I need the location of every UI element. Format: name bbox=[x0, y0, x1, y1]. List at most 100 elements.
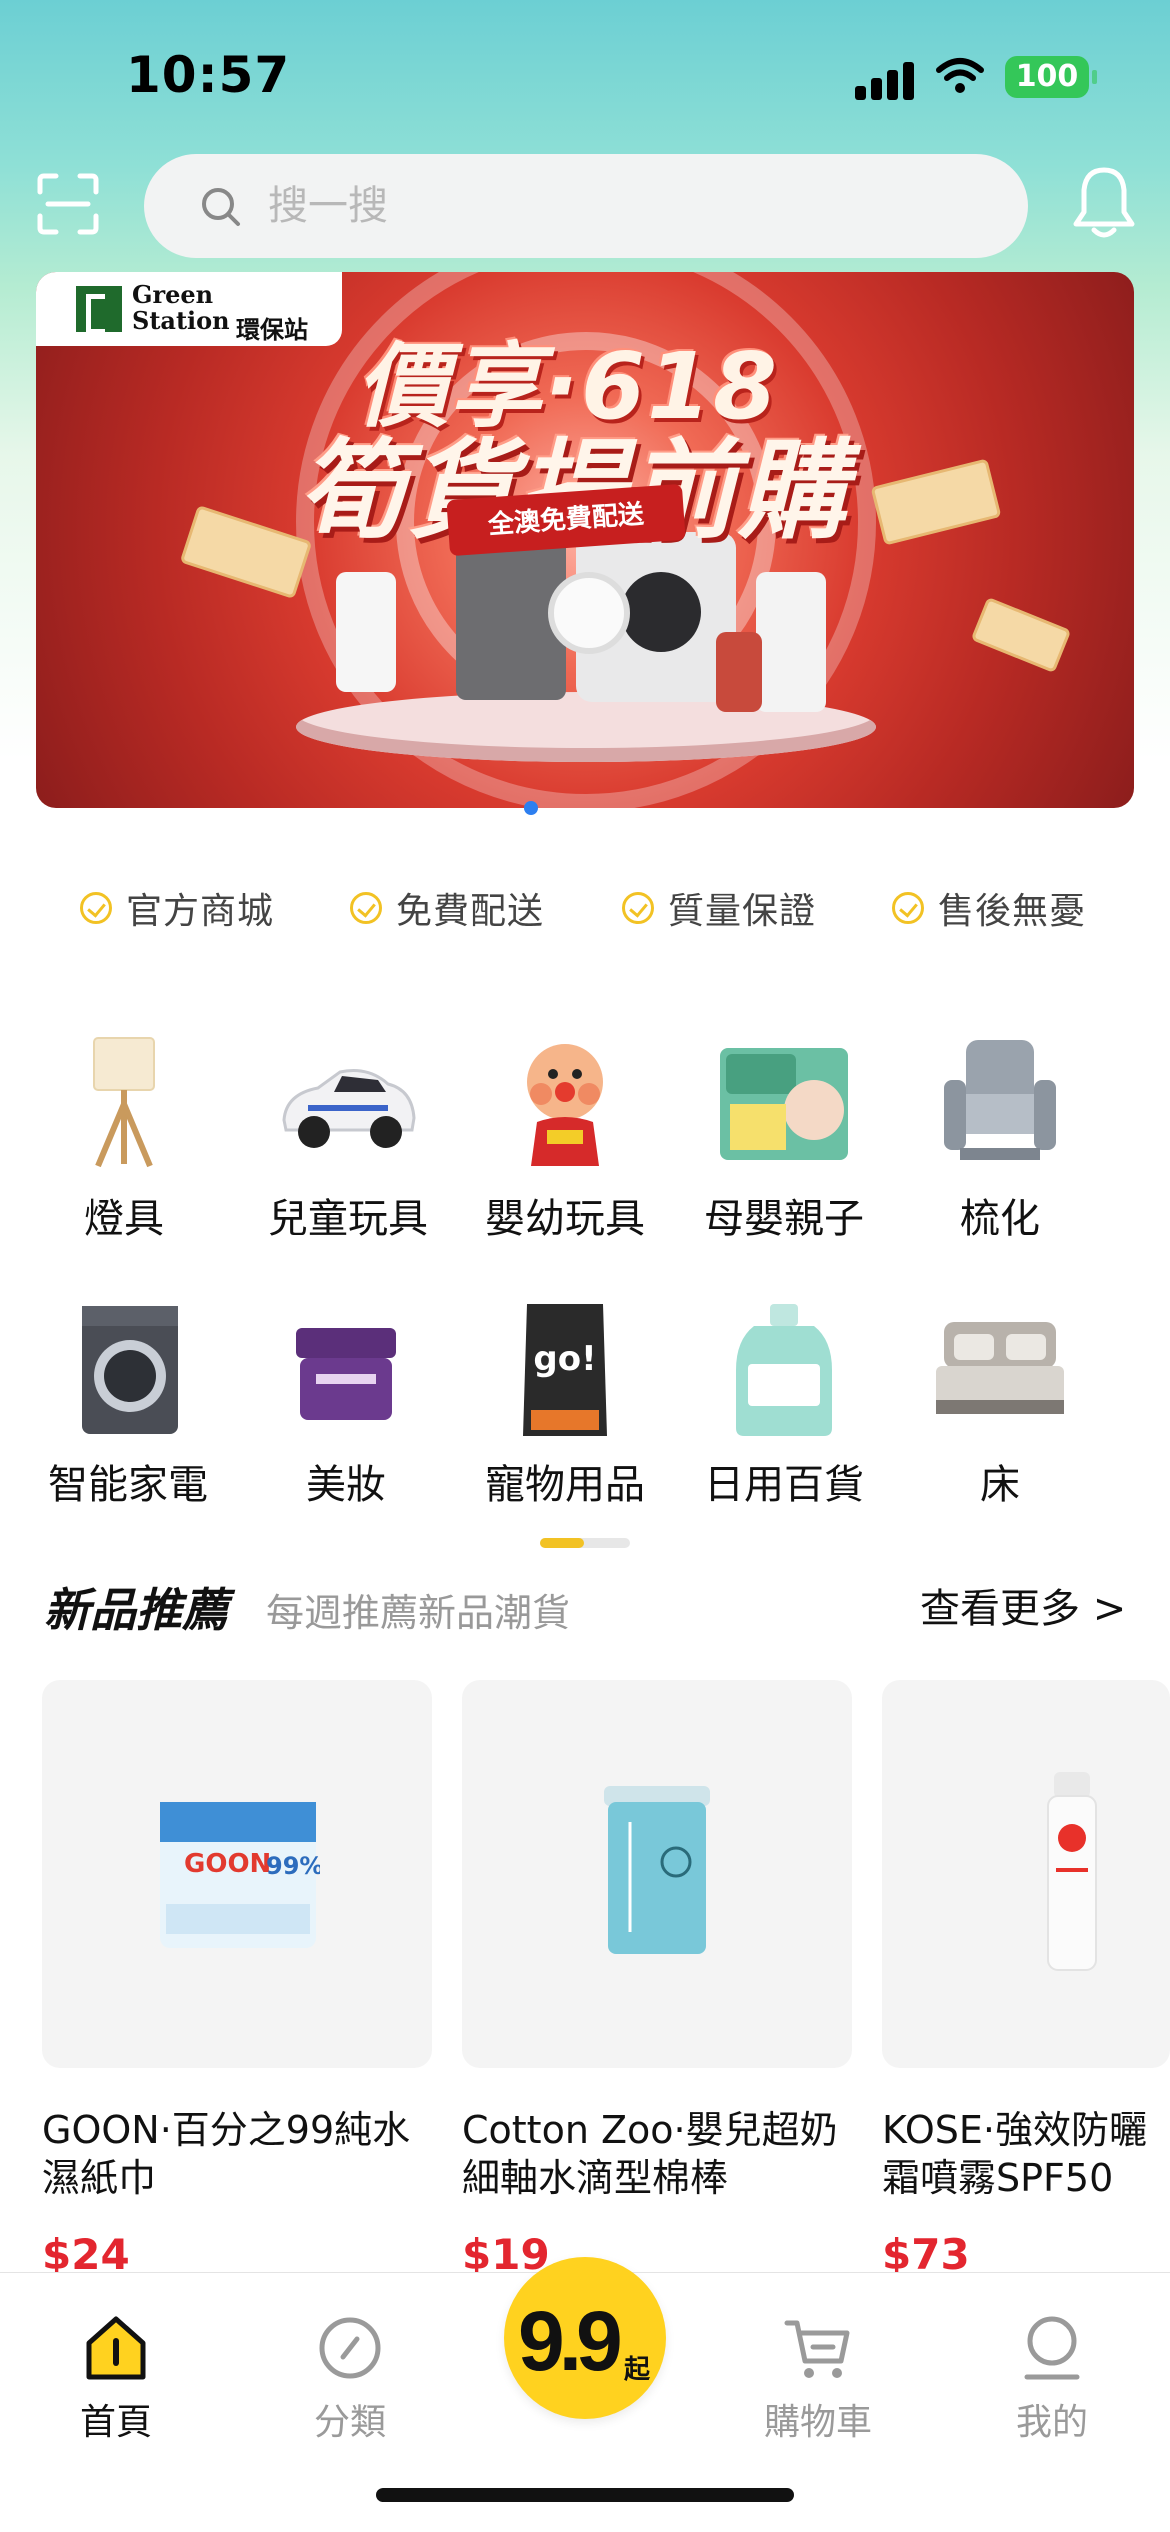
bed-icon bbox=[936, 1322, 1064, 1414]
check-circle-icon bbox=[892, 892, 924, 924]
section-subtitle: 每週推薦新品潮貨 bbox=[266, 1591, 571, 1635]
category-label: 母嬰親子 bbox=[704, 1196, 864, 1242]
deals-price: 9.9 bbox=[518, 2294, 623, 2388]
cart-icon bbox=[784, 2320, 850, 2378]
guarantee-strip: 官方商城 免費配送 質量保證 售後無憂 bbox=[0, 872, 1170, 944]
compass-icon bbox=[319, 2317, 381, 2379]
lamp-icon bbox=[93, 1037, 155, 1168]
wet-wipes-image: GOON 99% bbox=[160, 1802, 320, 1948]
signal-icon bbox=[855, 60, 915, 100]
section-title: 新品推薦 bbox=[44, 1583, 228, 1637]
guarantee-item: 質量保證 bbox=[622, 872, 816, 944]
nav-label: 分類 bbox=[313, 2402, 386, 2443]
svg-text:GOON: GOON bbox=[184, 1849, 271, 1879]
category-scroll-indicator bbox=[540, 1538, 630, 1548]
banner-dot-active bbox=[524, 801, 538, 815]
product-name: GOON·百分之99純水濕紙巾 bbox=[42, 2108, 411, 2200]
status-bar: 10:57 100 bbox=[0, 0, 1170, 150]
category-beauty[interactable]: 美妝 bbox=[236, 1300, 456, 1540]
baby-toy-icon bbox=[527, 1044, 603, 1166]
brand-tag: Green Station 環保站 bbox=[36, 272, 342, 346]
sunscreen-spray-image bbox=[1047, 1772, 1097, 1971]
category-bed[interactable]: 床 bbox=[890, 1300, 1110, 1540]
guarantee-item: 免費配送 bbox=[350, 872, 544, 944]
category-label: 嬰幼玩具 bbox=[485, 1196, 645, 1242]
deals-suffix: 起 bbox=[624, 2355, 651, 2385]
see-more-link[interactable]: 查看更多 > bbox=[920, 1576, 1126, 1634]
product-image bbox=[882, 1680, 1170, 2068]
blender-image bbox=[716, 632, 762, 712]
product-name: KOSE·強效防曬霜噴霧SPF50 bbox=[882, 2108, 1147, 2200]
diaper-icon bbox=[720, 1048, 848, 1160]
category-label: 美妝 bbox=[306, 1462, 386, 1508]
nav-label: 購物車 bbox=[763, 2402, 872, 2443]
status-time: 10:57 bbox=[126, 46, 291, 104]
guarantee-item: 售後無憂 bbox=[892, 872, 1086, 944]
fan-image bbox=[548, 572, 630, 654]
product-card[interactable]: KOSE·強效防曬霜噴霧SPF50 $73 bbox=[882, 1680, 1170, 2279]
search-bar[interactable] bbox=[144, 154, 1028, 258]
guarantee-item: 官方商城 bbox=[80, 872, 274, 944]
home-icon bbox=[86, 2316, 146, 2380]
category-label: 智能家電 bbox=[48, 1462, 208, 1508]
category-pet-supplies[interactable]: go! 寵物用品 bbox=[455, 1300, 675, 1540]
product-image bbox=[462, 1680, 852, 2068]
bell-icon[interactable] bbox=[1072, 164, 1136, 244]
cotton-swab-image bbox=[604, 1786, 710, 1954]
category-smart-appliances[interactable]: 智能家電 bbox=[18, 1300, 238, 1540]
brand-name-line1: Green bbox=[132, 280, 214, 309]
banner-pagination bbox=[524, 800, 538, 819]
shampoo-icon bbox=[736, 1304, 832, 1436]
search-icon bbox=[202, 188, 240, 226]
air-purifier-image bbox=[756, 572, 826, 712]
sofa-icon bbox=[944, 1040, 1056, 1160]
category-label: 日用百貨 bbox=[704, 1462, 864, 1508]
battery-indicator: 100 bbox=[1005, 56, 1097, 98]
check-circle-icon bbox=[622, 892, 654, 924]
nav-profile[interactable]: 我的 bbox=[952, 2273, 1152, 2473]
nav-label: 我的 bbox=[1015, 2402, 1088, 2443]
category-mother-baby[interactable]: 母嬰親子 bbox=[674, 1034, 894, 1274]
check-circle-icon bbox=[80, 892, 112, 924]
product-card[interactable]: Cotton Zoo·嬰兒超奶細軸水滴型棉棒 $19 bbox=[462, 1680, 852, 2279]
category-daily-goods[interactable]: 日用百貨 bbox=[674, 1300, 894, 1540]
brand-name-line2: Station bbox=[132, 306, 230, 335]
washing-machine-icon bbox=[82, 1306, 178, 1434]
promo-banner[interactable]: Green Station 環保站 價享·618 筍貨提前購 全澳免費配送 bbox=[36, 272, 1134, 808]
toy-car-icon bbox=[282, 1069, 416, 1148]
guarantee-label: 免費配送 bbox=[396, 891, 545, 932]
nav-home[interactable]: 首頁 bbox=[16, 2273, 216, 2473]
svg-text:99%: 99% bbox=[266, 1852, 320, 1880]
category-lamps[interactable]: 燈具 bbox=[14, 1034, 234, 1274]
category-label: 梳化 bbox=[960, 1196, 1040, 1242]
guarantee-label: 官方商城 bbox=[126, 891, 275, 932]
guarantee-label: 質量保證 bbox=[668, 891, 817, 932]
profile-icon bbox=[1024, 2316, 1080, 2380]
nav-cart[interactable]: 購物車 bbox=[718, 2273, 918, 2473]
green-station-logo bbox=[76, 286, 122, 334]
category-label: 床 bbox=[980, 1462, 1020, 1508]
nav-label: 首頁 bbox=[79, 2402, 152, 2443]
guarantee-label: 售後無憂 bbox=[938, 891, 1087, 932]
scan-icon[interactable] bbox=[36, 172, 100, 236]
cosmetic-jar-icon bbox=[296, 1328, 396, 1420]
search-input[interactable] bbox=[268, 176, 868, 236]
home-indicator bbox=[376, 2488, 794, 2502]
brand-name-cn: 環保站 bbox=[236, 316, 308, 344]
nav-categories[interactable]: 分類 bbox=[250, 2273, 450, 2473]
category-label: 兒童玩具 bbox=[268, 1196, 428, 1242]
water-heater-image bbox=[336, 572, 396, 692]
check-circle-icon bbox=[350, 892, 382, 924]
category-sofa[interactable]: 梳化 bbox=[890, 1034, 1110, 1274]
wifi-icon bbox=[936, 58, 984, 93]
category-kids-toys[interactable]: 兒童玩具 bbox=[238, 1034, 458, 1274]
svg-text:go!: go! bbox=[533, 1339, 596, 1379]
product-name: Cotton Zoo·嬰兒超奶細軸水滴型棉棒 bbox=[462, 2108, 838, 2200]
product-card[interactable]: GOON 99% GOON·百分之99純水濕紙巾 $24 bbox=[42, 1680, 432, 2279]
category-label: 寵物用品 bbox=[485, 1462, 645, 1508]
category-baby-toys[interactable]: 嬰幼玩具 bbox=[455, 1034, 675, 1274]
category-label: 燈具 bbox=[84, 1196, 164, 1242]
pet-food-icon: go! bbox=[523, 1304, 607, 1436]
product-image: GOON 99% bbox=[42, 1680, 432, 2068]
nav-deals-button[interactable]: 9.9 起 bbox=[504, 2257, 666, 2419]
